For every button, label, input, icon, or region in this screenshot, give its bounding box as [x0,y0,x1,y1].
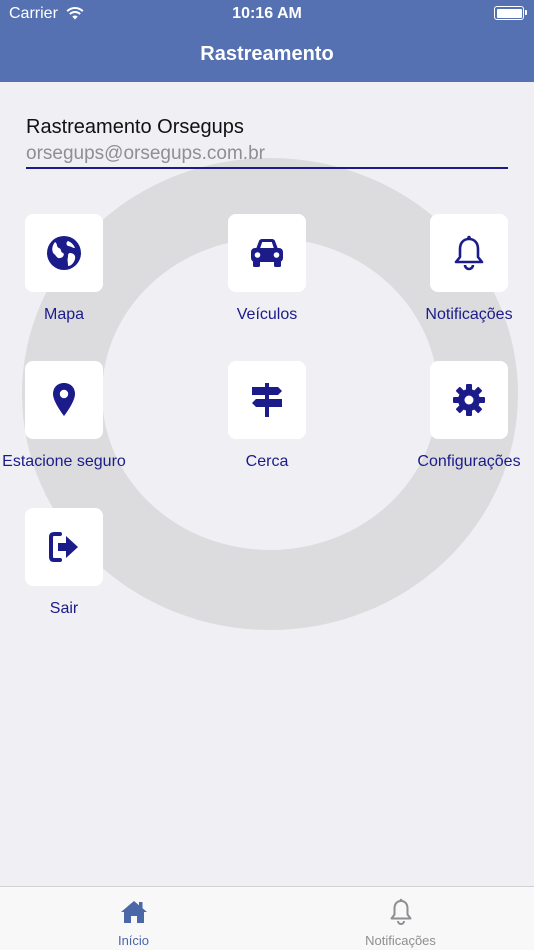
menu-item-sair[interactable]: Sair [0,508,134,619]
menu-item-estacione-seguro[interactable]: Estacione seguro [0,361,134,472]
signpost-icon [252,383,282,417]
globe-icon [47,236,81,270]
menu-item-icon-box [430,361,508,439]
tab-inicio[interactable]: Início [0,887,267,950]
battery-icon [494,6,527,20]
page-title: Rastreamento [200,43,334,65]
menu-item-label: Cerca [245,453,289,470]
clock: 10:16 AM [232,5,302,22]
home-icon [120,901,147,923]
menu-item-veiculos[interactable]: Veículos [197,214,337,325]
location-pin-icon [53,383,75,416]
menu-item-icon-box [25,508,103,586]
bell-icon [390,898,411,925]
gear-icon [453,384,485,416]
menu-item-notificacoes[interactable]: Notificações [399,214,534,325]
menu-item-cerca[interactable]: Cerca [197,361,337,472]
menu-item-icon-box [228,214,306,292]
menu-item-label: Estacione seguro [2,453,126,470]
menu-item-icon-box [430,214,508,292]
menu-item-configuracoes[interactable]: Configurações [399,361,534,472]
menu-item-mapa[interactable]: Mapa [0,214,134,325]
menu-item-icon-box [25,361,103,439]
account-info: Rastreamento Orsegups orsegups@orsegups.… [26,116,508,169]
menu-item-icon-box [228,361,306,439]
account-name: Rastreamento Orsegups [26,116,244,138]
menu-item-label: Veículos [236,306,298,323]
tab-bar: Início Notificações [0,886,534,950]
menu-item-icon-box [25,214,103,292]
menu-item-label: Configurações [417,453,521,470]
status-bar: Carrier 10:16 AM [0,0,534,28]
menu-item-label: Sair [49,600,79,617]
tab-label: Notificações [365,933,436,948]
menu-item-label: Notificações [425,306,513,323]
navigation-header: Carrier 10:16 AM Rastreamento [0,0,534,82]
account-email: orsegups@orsegups.com.br [26,143,508,169]
bell-icon [454,235,484,271]
menu-item-label: Mapa [43,306,85,323]
tab-notificacoes[interactable]: Notificações [267,887,534,950]
tab-label: Início [117,933,150,948]
car-icon [251,239,283,267]
sign-out-icon [49,532,78,562]
